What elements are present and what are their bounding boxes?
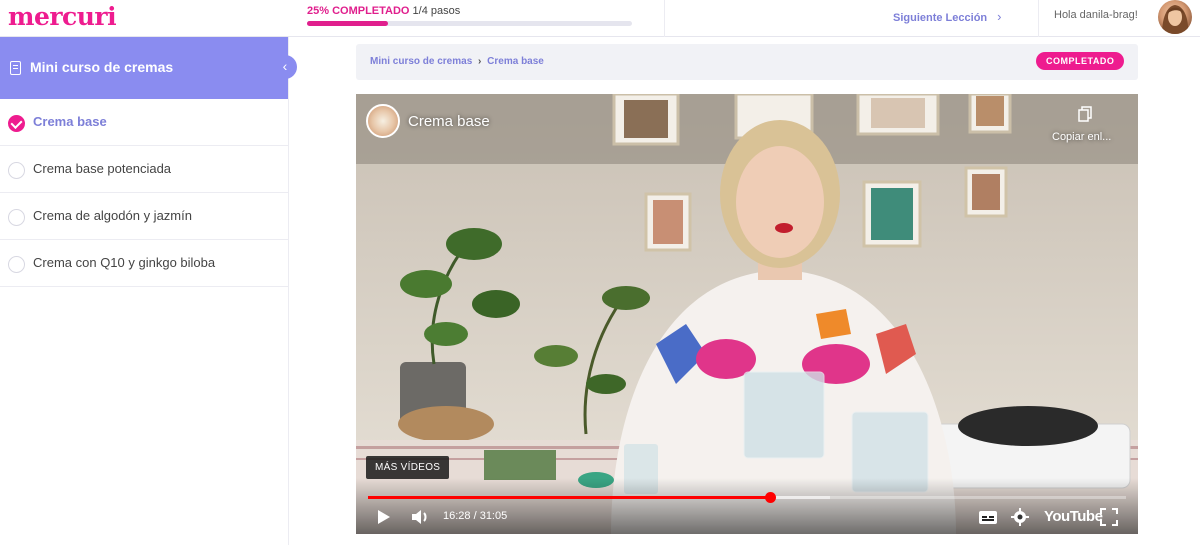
divider [664,0,665,37]
course-progress: 25% COMPLETADO 1/4 pasos [307,5,637,26]
play-icon[interactable] [376,507,392,527]
status-badge: COMPLETADO [1036,52,1125,70]
more-videos-button[interactable]: MÁS VÍDEOS [366,456,450,479]
progress-percent-label: 25% COMPLETADO [307,5,410,17]
breadcrumb: Mini curso de cremas › Crema base [370,56,544,67]
empty-circle-icon [8,209,25,226]
channel-avatar-icon[interactable] [366,104,400,138]
sidebar-item-crema-base[interactable]: Crema base [0,99,288,146]
divider [1038,0,1039,37]
avatar-image [1162,5,1189,34]
course-sidebar: Mini curso de cremas ‹ Crema base Crema … [0,37,297,545]
breadcrumb-bar: Mini curso de cremas › Crema base COMPLE… [356,44,1138,80]
breadcrumb-course-link[interactable]: Mini curso de cremas [370,56,472,67]
lesson-label: Crema de algodón y jazmín [33,208,192,223]
avatar[interactable] [1158,0,1192,34]
sidebar-item-crema-algodon-jazmin[interactable]: Crema de algodón y jazmín [0,193,288,240]
subtitles-icon[interactable] [978,507,998,527]
copy-link-icon[interactable] [1078,106,1092,122]
user-greeting: Hola danila-brag! [1054,9,1138,21]
video-frame [356,94,1138,534]
progress-bar-fill [307,21,389,26]
lesson-label: Crema base [33,114,107,129]
collapse-sidebar-button[interactable]: ‹ [273,55,297,79]
breadcrumb-separator: › [478,56,482,67]
book-icon [10,61,21,75]
lesson-label: Crema con Q10 y ginkgo biloba [33,255,216,270]
lesson-label: Crema base potenciada [33,161,172,176]
top-bar: mercuri 25% COMPLETADO 1/4 pasos Siguien… [0,0,1200,37]
sidebar-item-crema-q10-ginkgo[interactable]: Crema con Q10 y ginkgo biloba [0,240,288,287]
chevron-right-icon: › [997,9,1002,24]
empty-circle-icon [8,162,25,179]
chevron-left-icon: ‹ [282,58,288,74]
video-title[interactable]: Crema base [408,113,490,130]
sidebar-item-crema-base-potenciada[interactable]: Crema base potenciada [0,146,288,193]
seek-played [368,496,770,499]
youtube-logo[interactable]: YouTube [1044,508,1103,528]
progress-steps-label: 1/4 pasos [412,5,461,17]
copy-link-label[interactable]: Copiar enl... [1052,131,1111,143]
check-circle-icon [8,115,25,132]
video-time: 16:28 / 31:05 [443,510,508,522]
video-player[interactable]: Crema base Copiar enl... MÁS VÍDEOS 16:2… [356,94,1138,534]
mercuri-logo[interactable]: mercuri [8,2,117,31]
sidebar-header: Mini curso de cremas ‹ [0,37,297,99]
empty-circle-icon [8,256,25,273]
next-lesson-label: Siguiente Lección [893,12,988,24]
progress-bar [307,21,632,26]
breadcrumb-lesson-link[interactable]: Crema base [487,56,544,67]
settings-gear-icon[interactable] [1010,507,1030,527]
next-lesson-button[interactable]: Siguiente Lección › [893,9,1001,24]
volume-icon[interactable] [410,507,430,527]
seek-handle[interactable] [764,492,776,503]
course-title: Mini curso de cremas [30,59,174,75]
fullscreen-icon[interactable] [1100,507,1118,527]
seek-bar[interactable] [368,492,1126,503]
